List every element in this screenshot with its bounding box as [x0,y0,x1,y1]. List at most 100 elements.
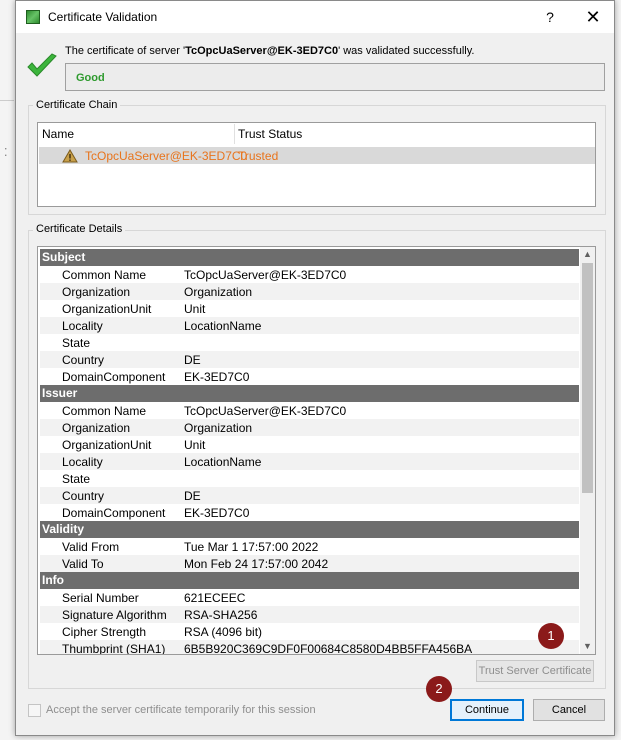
details-row[interactable]: DomainComponent EK-3ED7C0 [40,368,579,385]
trust-server-certificate-button[interactable]: Trust Server Certificate [476,660,594,682]
detail-value: LocationName [184,319,262,333]
details-row[interactable]: Valid To Mon Feb 24 17:57:00 2042 [40,555,579,572]
cancel-button[interactable]: Cancel [533,699,605,721]
details-row[interactable]: Common Name TcOpcUaServer@EK-3ED7C0 [40,266,579,283]
detail-value: EK-3ED7C0 [184,370,250,384]
detail-key: DomainComponent [62,506,166,520]
details-row[interactable]: State [40,470,579,487]
section-label: Subject [42,250,86,264]
certificate-validation-dialog: Certificate Validation ? ✕ The certifica… [15,0,615,736]
scroll-up-arrow-icon[interactable]: ▲ [580,247,595,262]
detail-key: Common Name [62,268,147,282]
scrollbar-thumb[interactable] [582,263,593,493]
detail-key: OrganizationUnit [62,302,152,316]
detail-value: RSA-SHA256 [184,608,258,622]
callout-badge-2: 2 [426,676,452,702]
validation-message: The certificate of server 'TcOpcUaServer… [65,45,474,57]
details-row[interactable]: Country DE [40,351,579,368]
details-row[interactable]: Thumbprint (SHA1) 6B5B920C369C9DF0F00684C… [40,640,579,655]
certificate-details-label: Certificate Details [33,223,126,235]
detail-value: Mon Feb 24 17:57:00 2042 [184,557,329,571]
detail-key: Country [62,489,105,503]
detail-key: Country [62,353,105,367]
details-rows: Subject Common Name TcOpcUaServer@EK-3ED7C… [40,249,579,655]
details-section-header[interactable]: Info [40,572,579,589]
certificate-chain-label: Certificate Chain [33,99,121,111]
server-name: TcOpcUaServer@EK-3ED7C0 [185,45,339,57]
detail-key: Locality [62,455,103,469]
details-row[interactable]: Valid From Tue Mar 1 17:57:00 2022 [40,538,579,555]
chain-row[interactable]: TcOpcUaServer@EK-3ED7C0 Trusted [39,147,595,164]
detail-key: Common Name [62,404,147,418]
detail-key: OrganizationUnit [62,438,152,452]
details-row[interactable]: OrganizationUnit Unit [40,300,579,317]
status-text: Good [76,72,105,84]
chain-row-status: Trusted [238,149,279,163]
column-separator [234,124,235,144]
accept-temporarily-checkbox[interactable] [28,704,41,717]
detail-key: State [62,336,91,350]
details-row[interactable]: Locality LocationName [40,453,579,470]
detail-key: Cipher Strength [62,625,147,639]
green-checkmark-icon [27,53,57,77]
continue-button[interactable]: Continue [450,699,524,721]
detail-key: Signature Algorithm [62,608,167,622]
section-label: Info [42,573,64,587]
details-row[interactable]: DomainComponent EK-3ED7C0 [40,504,579,521]
details-section-header[interactable]: Validity [40,521,579,538]
detail-value: EK-3ED7C0 [184,506,250,520]
detail-value: RSA (4096 bit) [184,625,263,639]
detail-value: TcOpcUaServer@EK-3ED7C0 [184,268,347,282]
certificate-app-icon [26,10,40,24]
accept-temporarily-label: Accept the server certificate temporaril… [46,704,316,716]
detail-value: Organization [184,285,253,299]
details-row[interactable]: Signature Algorithm RSA-SHA256 [40,606,579,623]
detail-key: Valid To [62,557,104,571]
details-row[interactable]: OrganizationUnit Unit [40,436,579,453]
details-row[interactable]: Organization Organization [40,419,579,436]
detail-key: State [62,472,91,486]
detail-value: Unit [184,302,206,316]
title-bar[interactable]: Certificate Validation ? ✕ [16,1,614,33]
detail-value: DE [184,353,201,367]
callout-badge-1: 1 [538,623,564,649]
details-row[interactable]: Organization Organization [40,283,579,300]
column-header-name[interactable]: Name [42,127,74,141]
details-row[interactable]: Country DE [40,487,579,504]
detail-key: Serial Number [62,591,139,605]
details-row[interactable]: Locality LocationName [40,317,579,334]
details-section-header[interactable]: Issuer [40,385,579,402]
section-label: Issuer [42,386,78,400]
help-button[interactable]: ? [538,5,562,29]
detail-value: Tue Mar 1 17:57:00 2022 [184,540,319,554]
scroll-down-arrow-icon[interactable]: ▼ [580,639,595,654]
detail-value: DE [184,489,201,503]
details-scrollbar[interactable]: ▲ ▼ [580,247,595,654]
close-button[interactable]: ✕ [580,5,606,29]
background-divider [0,100,14,111]
detail-value: 6B5B920C369C9DF0F00684C8580D4BB5FFA456BA [184,642,473,655]
details-section-header[interactable]: Subject [40,249,579,266]
detail-value: TcOpcUaServer@EK-3ED7C0 [184,404,347,418]
detail-value: LocationName [184,455,262,469]
detail-key: Thumbprint (SHA1) [62,642,166,655]
detail-key: Locality [62,319,103,333]
status-box: Good [65,63,605,91]
message-prefix: The certificate of server ' [65,45,186,57]
column-header-trust-status[interactable]: Trust Status [238,127,302,141]
details-row[interactable]: Cipher Strength RSA (4096 bit) [40,623,579,640]
details-row[interactable]: Common Name TcOpcUaServer@EK-3ED7C0 [40,402,579,419]
detail-value: Unit [184,438,206,452]
certificate-details-list[interactable]: Subject Common Name TcOpcUaServer@EK-3ED7C… [37,246,596,655]
detail-key: Organization [62,421,131,435]
detail-key: DomainComponent [62,370,166,384]
window-title: Certificate Validation [48,10,158,24]
detail-value: 621ECEEC [184,591,246,605]
details-row[interactable]: Serial Number 621ECEEC [40,589,579,606]
detail-key: Organization [62,285,131,299]
certificate-chain-list[interactable]: Name Trust Status TcOpcUaServer@EK-3ED7C… [37,122,596,207]
warning-icon [62,149,78,163]
detail-value: Organization [184,421,253,435]
details-row[interactable]: State [40,334,579,351]
section-label: Validity [42,522,85,536]
